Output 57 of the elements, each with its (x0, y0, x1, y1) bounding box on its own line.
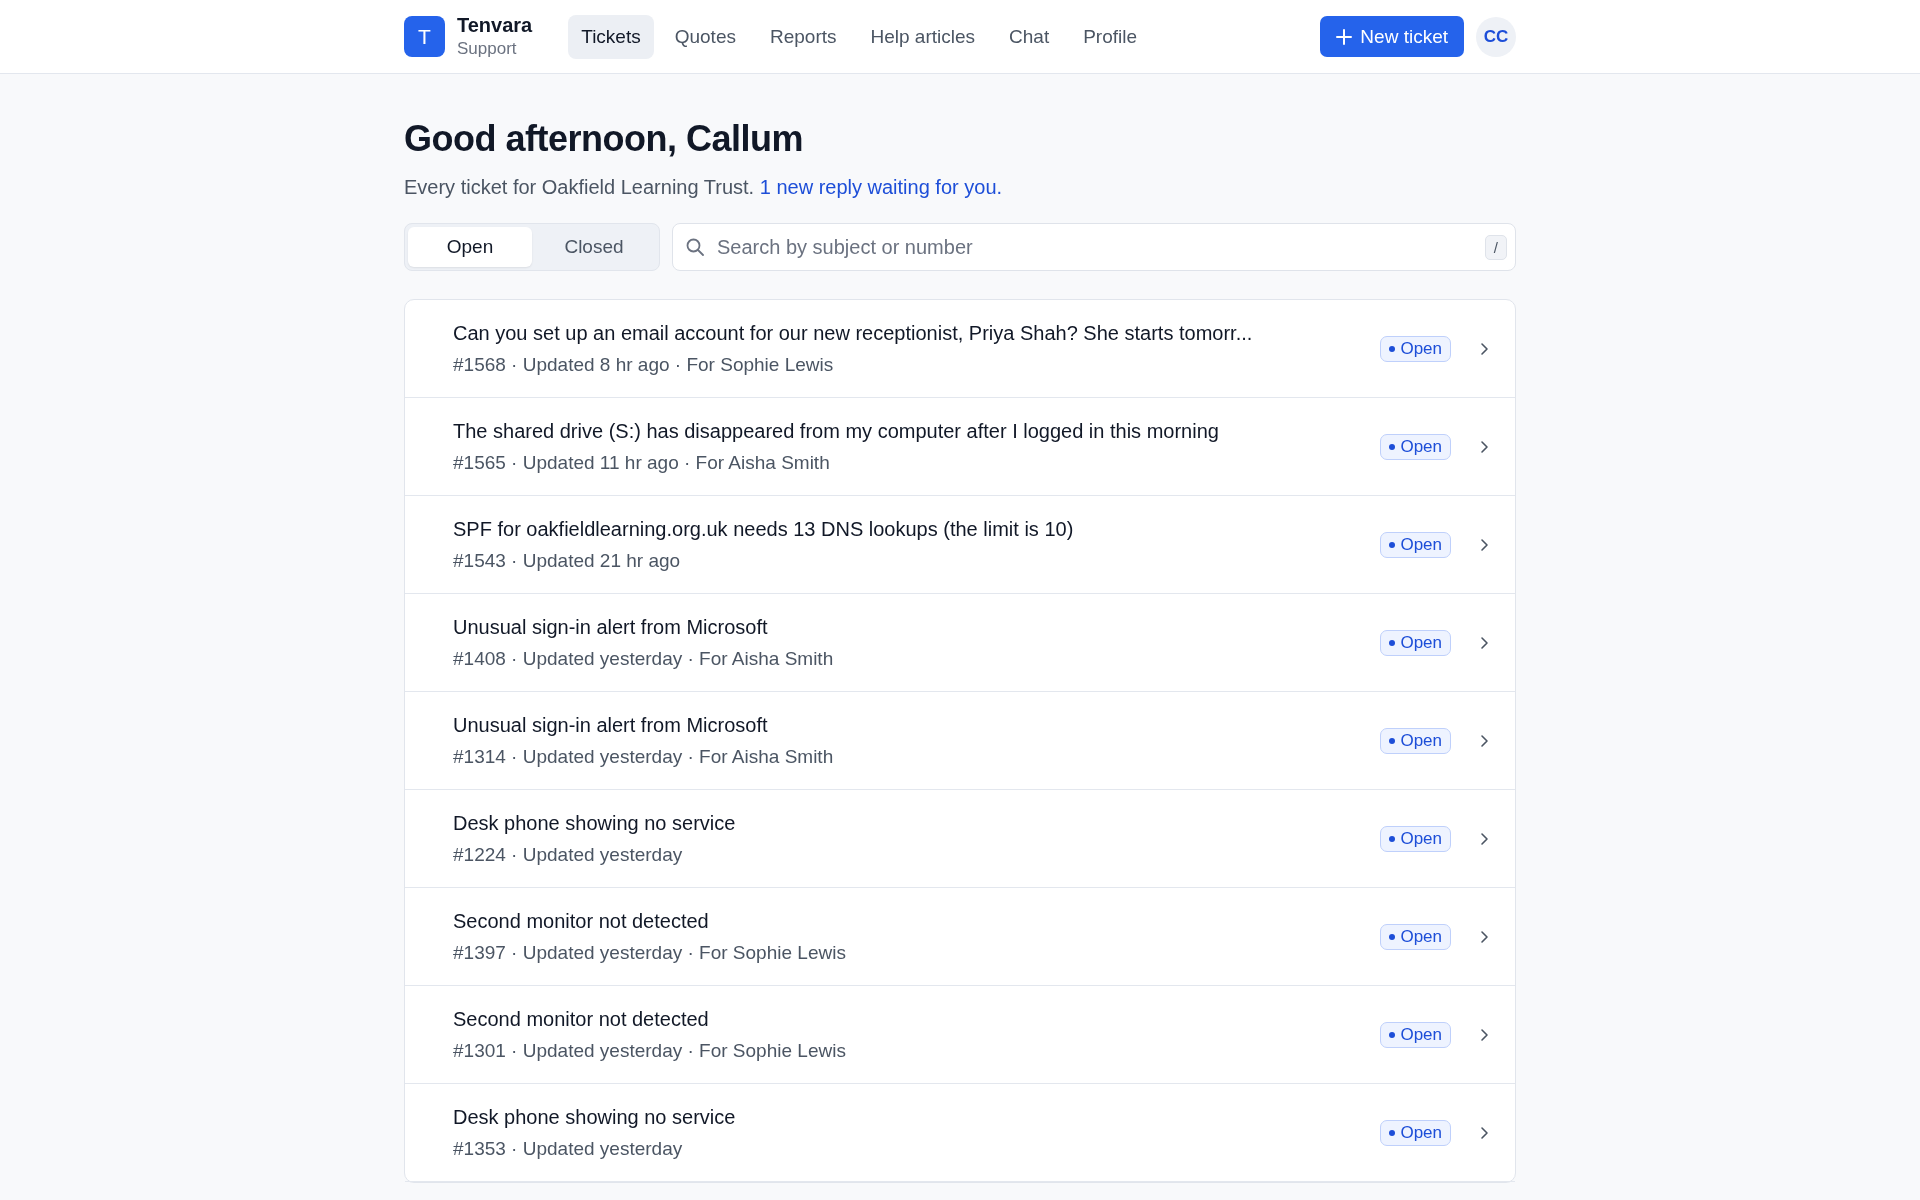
new-reply-link[interactable]: 1 new reply waiting for you. (759, 176, 1003, 198)
ticket-row[interactable]: SPF for oakfieldlearning.org.uk needs 13 DNS lookups (the limit is 10) #1543 · Updated 21 hr ago Open (405, 496, 1515, 594)
ticket-row[interactable]: Unusual sign-in alert from Microsoft #1314 · Updated yesterday · For Aisha Smith Open (405, 692, 1515, 790)
ticket-meta: #1397 · Updated yesterday · For Sophie Lewis (453, 941, 847, 964)
status-badge: Open (1380, 923, 1451, 950)
nav-tab[interactable]: Chat (996, 14, 1063, 59)
logo-icon: T (404, 16, 445, 57)
ticket-subject: Unusual sign-in alert from Microsoft (453, 713, 769, 737)
ticket-subject: Unusual sign-in alert from Microsoft (453, 615, 769, 639)
ticket-meta: #1353 · Updated yesterday (453, 1137, 684, 1160)
status-badge: Open (1380, 629, 1451, 656)
ticket-subject: SPF for oakfieldlearning.org.uk needs 13 DNS lookups (the limit is 10) (453, 517, 1075, 541)
ticket-row[interactable]: The shared drive (S:) has disappeared from my computer after I logged in this morning #1565 · Updated 11 hr ago · For Aisha Smith Open (405, 398, 1515, 496)
ticket-subject: Second monitor not detected (453, 909, 710, 933)
nav-tab[interactable]: Reports (756, 14, 850, 59)
status-badge: Open (1380, 1119, 1451, 1146)
greeting-heading: Good afternoon, Callum (404, 118, 804, 160)
ticket-row[interactable]: Unusual sign-in alert from Microsoft #1408 · Updated yesterday · For Aisha Smith Open (405, 594, 1515, 692)
nav-tab[interactable]: Help articles (857, 14, 989, 59)
ticket-subject: Desk phone showing no service (453, 811, 737, 835)
ticket-meta: #1565 · Updated 11 hr ago · For Aisha Smith (453, 451, 831, 474)
new-ticket-button[interactable]: New ticket (1320, 16, 1464, 57)
nav-tab[interactable]: Profile (1070, 14, 1151, 59)
intro-text: Every ticket for Oakfield Learning Trust. 1 new reply waiting for you. (404, 176, 1004, 199)
ticket-subject: The shared drive (S:) has disappeared from my computer after I logged in this morning (453, 419, 1220, 443)
filter-tab[interactable]: Closed (532, 227, 656, 267)
ticket-subject: Second monitor not detected (453, 1007, 710, 1031)
ticket-meta: #1224 · Updated yesterday (453, 843, 684, 866)
ticket-row[interactable]: Second monitor not detected #1301 · Updated yesterday · For Sophie Lewis Open (405, 986, 1515, 1084)
ticket-meta: #1314 · Updated yesterday · For Aisha Smith (453, 745, 835, 768)
ticket-subject: Can you set up an email account for our new receptionist, Priya Shah? She starts tomorr... (453, 321, 1254, 345)
search-bar[interactable]: Search by subject or number / (672, 223, 1516, 271)
filter-tab[interactable]: Open (408, 227, 532, 267)
brand-subtitle: Support (457, 39, 518, 59)
status-badge: Open (1380, 433, 1451, 460)
ticket-meta: #1568 · Updated 8 hr ago · For Sophie Lewis (453, 353, 835, 376)
status-badge: Open (1380, 335, 1451, 362)
search-icon (685, 237, 705, 257)
status-badge: Open (1380, 1021, 1451, 1048)
ticket-row[interactable]: Second monitor not detected #1397 · Updated yesterday · For Sophie Lewis Open (405, 888, 1515, 986)
status-badge: Open (1380, 825, 1451, 852)
plus-icon (1336, 28, 1353, 45)
status-badge: Open (1380, 727, 1451, 754)
brand-name: Tenvara (457, 14, 533, 37)
ticket-row[interactable]: Desk phone showing no service #1224 · Updated yesterday Open (405, 790, 1515, 888)
nav-tab[interactable]: Quotes (661, 14, 749, 59)
nav-tab[interactable]: Tickets (568, 14, 654, 59)
ticket-subject: Desk phone showing no service (453, 1105, 737, 1129)
ticket-meta: #1543 · Updated 21 hr ago (453, 549, 682, 572)
search-field[interactable]: Search by subject or number (715, 234, 1475, 260)
user-avatar[interactable]: CC (1476, 16, 1516, 57)
ticket-meta: #1301 · Updated yesterday · For Sophie Lewis (453, 1039, 847, 1062)
ticket-row[interactable]: Desk phone showing no service #1353 · Updated yesterday Open (405, 1084, 1515, 1182)
ticket-meta: #1408 · Updated yesterday · For Aisha Smith (453, 647, 835, 670)
status-badge: Open (1380, 531, 1451, 558)
ticket-row[interactable]: Can you set up an email account for our new receptionist, Priya Shah? She starts tomorr... #1568 · Updated 8 hr ago · For Sophie Lewis Open (405, 300, 1515, 398)
shortcut-key: / (1484, 234, 1507, 260)
